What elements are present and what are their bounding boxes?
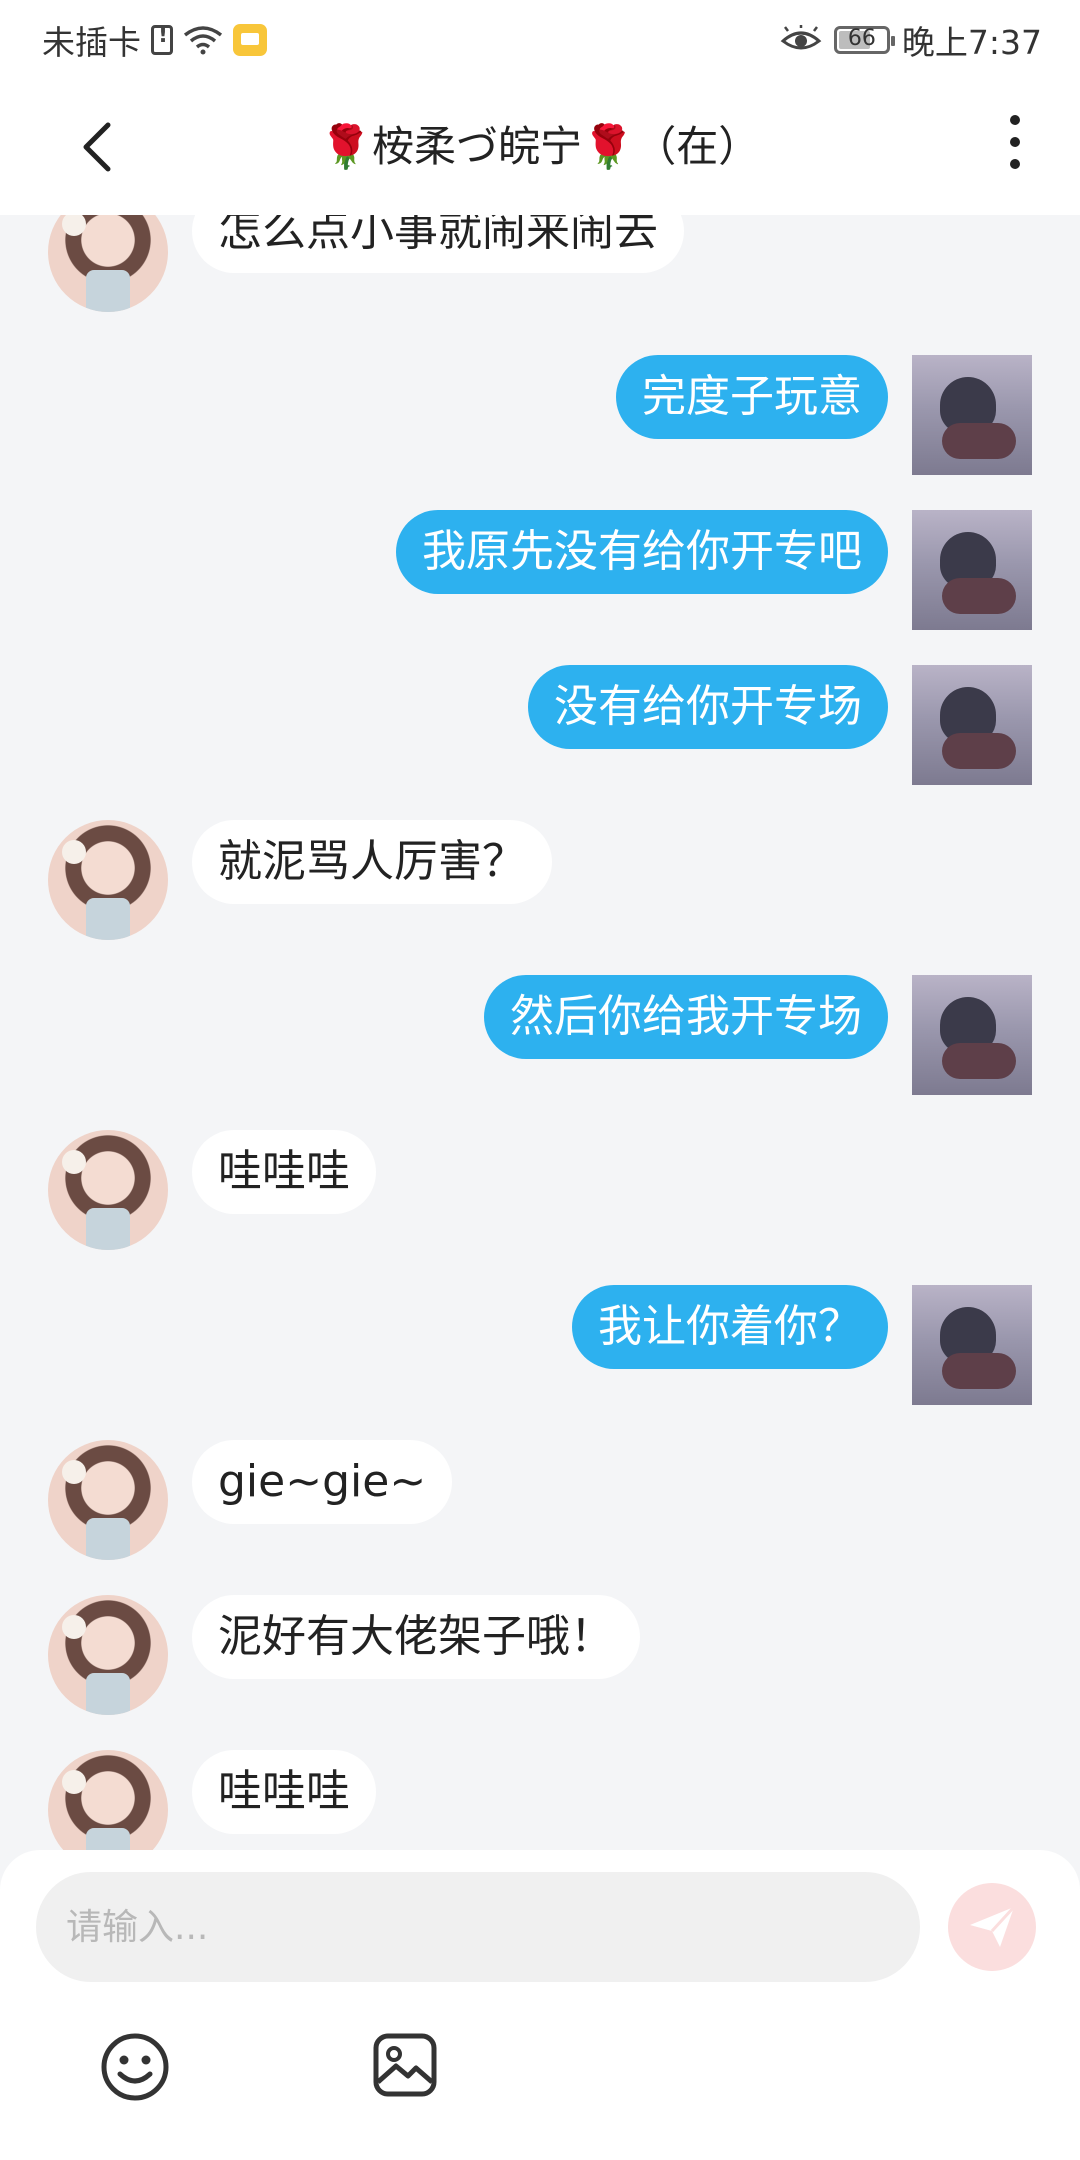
sim-alert-icon <box>151 23 173 55</box>
send-button[interactable] <box>948 1883 1036 1971</box>
self-avatar[interactable] <box>912 510 1032 630</box>
message-bubble[interactable]: 就泥骂人厉害？ <box>192 820 552 904</box>
message-bubble[interactable]: gie~gie~ <box>192 1440 453 1524</box>
message-input[interactable] <box>36 1872 920 1982</box>
peer-avatar[interactable] <box>48 1750 168 1850</box>
message-bubble[interactable]: 哇哇哇 <box>192 1750 376 1834</box>
message-bubble[interactable]: 泥好有大佬架子哦！ <box>192 1595 640 1679</box>
back-icon[interactable] <box>70 117 130 177</box>
peer-avatar[interactable] <box>48 1595 168 1715</box>
peer-avatar[interactable] <box>48 820 168 940</box>
battery-icon: 66 <box>833 26 895 54</box>
message-bubble[interactable]: 我让你着你？ <box>572 1285 888 1369</box>
title-bar: 🌹桉柔づ皖宁🌹（在） <box>0 75 1080 215</box>
message-bubble[interactable]: 哇哇哇 <box>192 1130 376 1214</box>
message-bubble[interactable]: 完度子玩意 <box>616 355 888 439</box>
send-icon <box>970 1905 1016 1947</box>
battery-level: 66 <box>847 26 876 51</box>
notification-app-icon <box>233 24 267 56</box>
peer-avatar[interactable] <box>48 215 168 312</box>
carrier-text: 未插卡 <box>42 23 141 62</box>
peer-avatar[interactable] <box>48 1130 168 1250</box>
status-bar: 未插卡 66 晚上7:37 <box>0 0 1080 75</box>
status-left: 未插卡 <box>42 16 267 64</box>
self-avatar[interactable] <box>912 355 1032 475</box>
image-picker-icon[interactable] <box>372 2032 438 2098</box>
self-avatar[interactable] <box>912 665 1032 785</box>
message-bubble[interactable]: 怎么点小事就闹来闹去 <box>192 215 684 273</box>
chat-title: 🌹桉柔づ皖宁🌹（在） <box>319 122 761 171</box>
more-options-icon[interactable] <box>1000 115 1030 175</box>
self-avatar[interactable] <box>912 1285 1032 1405</box>
self-avatar[interactable] <box>912 975 1032 1095</box>
message-bubble[interactable]: 我原先没有给你开专吧 <box>396 510 888 594</box>
message-composer <box>0 1850 1080 2160</box>
peer-avatar[interactable] <box>48 1440 168 1560</box>
wifi-icon <box>183 26 223 55</box>
message-bubble[interactable]: 然后你给我开专场 <box>484 975 888 1059</box>
status-right: 66 晚上7:37 <box>780 16 1042 64</box>
message-bubble[interactable]: 没有给你开专场 <box>528 665 888 749</box>
emoji-icon[interactable] <box>100 2032 170 2102</box>
clock: 晚上7:37 <box>901 23 1042 62</box>
eye-comfort-icon <box>780 25 822 50</box>
chat-message-list[interactable]: 怎么点小事就闹来闹去 完度子玩意 我原先没有给你开专吧 没有给你开专场 就泥骂人… <box>0 215 1080 1850</box>
